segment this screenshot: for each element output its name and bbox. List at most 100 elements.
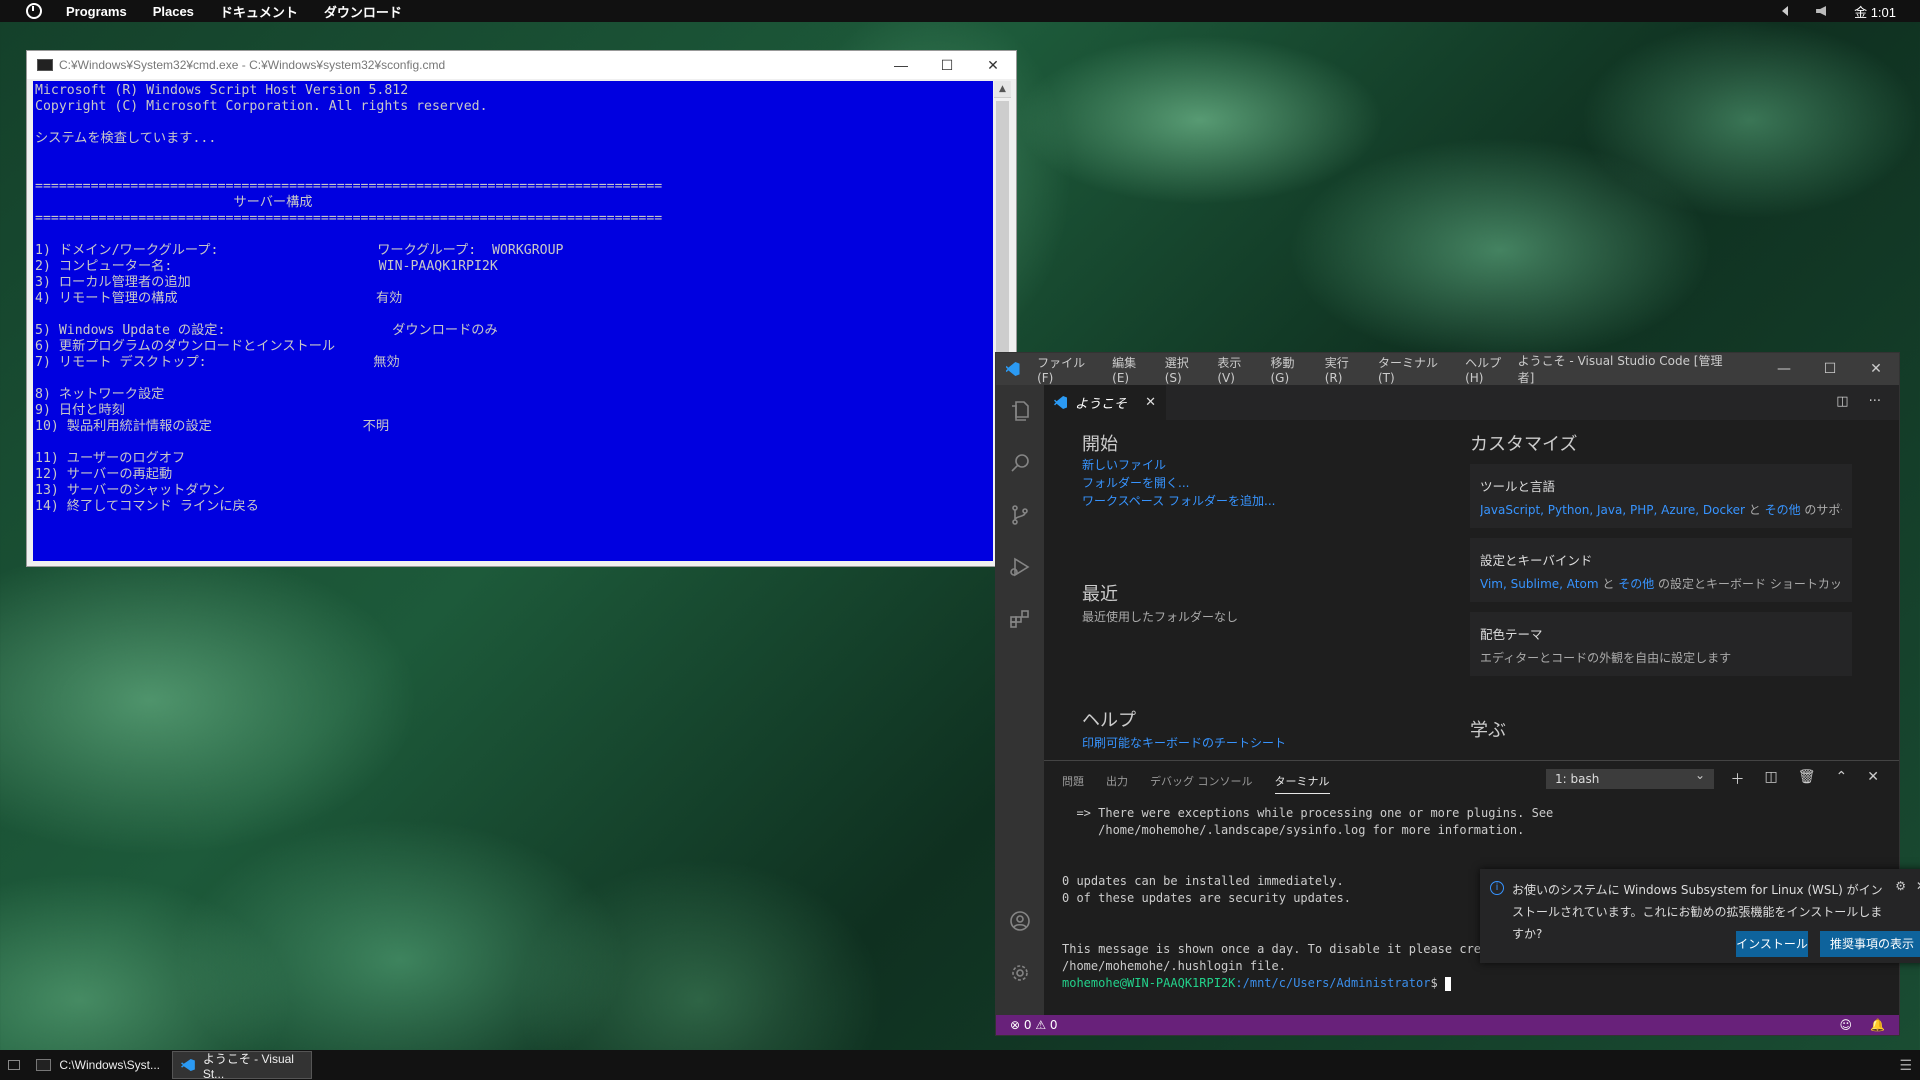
- tab-output[interactable]: 出力: [1106, 773, 1128, 794]
- cmd-window: C:¥Windows¥System32¥cmd.exe - C:¥Windows…: [26, 50, 1017, 567]
- console-line: 5) Windows Update の設定: ダウンロードのみ: [35, 323, 498, 338]
- console-line: サーバー構成: [35, 195, 313, 210]
- wsl-notification: i お使いのシステムに Windows Subsystem for Linux …: [1480, 869, 1920, 963]
- console-line: 6) 更新プログラムのダウンロードとインストール: [35, 339, 336, 354]
- console-line: 13) サーバーのシャットダウン: [35, 483, 225, 498]
- add-workspace-folder-link[interactable]: ワークスペース フォルダーを追加...: [1082, 492, 1275, 510]
- settings-keybindings-card[interactable]: 設定とキーバインド Vim, Sublime, Atom と その他 の設定とキ…: [1470, 538, 1852, 602]
- terminal-select[interactable]: 1: bash: [1546, 768, 1714, 789]
- feedback-icon[interactable]: ☺: [1840, 1018, 1853, 1032]
- scroll-up-icon[interactable]: ▲: [994, 81, 1011, 98]
- card-other-link[interactable]: その他: [1618, 577, 1654, 591]
- menu-file[interactable]: ファイル(F): [1037, 354, 1099, 385]
- maximize-panel-icon[interactable]: ⌃: [1836, 769, 1848, 789]
- console-line: 12) サーバーの再起動: [35, 467, 173, 482]
- menu-selection[interactable]: 選択(S): [1165, 354, 1205, 385]
- taskbar-item-vscode[interactable]: ようこそ - Visual St...: [172, 1051, 312, 1080]
- color-theme-card[interactable]: 配色テーマ エディターとコードの外観を自由に設定します: [1470, 612, 1852, 676]
- menu-edit[interactable]: 編集(E): [1112, 354, 1152, 385]
- learn-heading: 学ぶ: [1470, 720, 1506, 741]
- install-button[interactable]: インストール: [1736, 931, 1808, 957]
- maximize-icon[interactable]: ☐: [1807, 361, 1853, 377]
- menu-run[interactable]: 実行(R): [1325, 354, 1365, 385]
- close-icon[interactable]: ✕: [1916, 879, 1920, 893]
- close-panel-icon[interactable]: ✕: [1867, 769, 1879, 789]
- run-debug-icon[interactable]: [996, 541, 1044, 593]
- new-file-link[interactable]: 新しいファイル: [1082, 456, 1166, 474]
- menu-help[interactable]: ヘルプ(H): [1465, 354, 1518, 385]
- window-list-icon[interactable]: ☰: [1899, 1057, 1912, 1074]
- show-desktop-icon[interactable]: [0, 1050, 28, 1080]
- minimize-icon[interactable]: —: [1761, 361, 1807, 377]
- tray-arrow-icon[interactable]: [1782, 6, 1789, 16]
- console-line: Copyright (C) Microsoft Corporation. All…: [35, 99, 488, 114]
- cmd-app-icon: [36, 1059, 52, 1071]
- help-heading: ヘルプ: [1082, 710, 1136, 731]
- show-recommendations-button[interactable]: 推奨事項の表示: [1820, 931, 1920, 957]
- menu-documents[interactable]: ドキュメント: [220, 2, 298, 21]
- gear-icon[interactable]: [996, 947, 1044, 999]
- trash-icon[interactable]: 🗑: [1798, 769, 1816, 789]
- close-icon[interactable]: ✕: [1853, 361, 1899, 377]
- menu-programs[interactable]: Programs: [66, 4, 127, 19]
- cheatsheet-link[interactable]: 印刷可能なキーボードのチートシート: [1082, 734, 1286, 752]
- card-links[interactable]: Vim, Sublime, Atom: [1480, 577, 1599, 591]
- maximize-icon[interactable]: ☐: [924, 57, 970, 74]
- menu-terminal[interactable]: ターミナル(T): [1378, 354, 1452, 385]
- console-line: 14) 終了してコマンド ラインに戻る: [35, 499, 259, 514]
- extensions-icon[interactable]: [996, 593, 1044, 645]
- tab-label: ようこそ: [1075, 397, 1128, 412]
- vscode-window: ファイル(F) 編集(E) 選択(S) 表示(V) 移動(G) 実行(R) ター…: [995, 352, 1920, 1036]
- clock[interactable]: 金 1:01: [1854, 2, 1896, 21]
- volume-icon[interactable]: [1816, 6, 1827, 16]
- activity-bar: [996, 385, 1044, 1017]
- source-control-icon[interactable]: [996, 489, 1044, 541]
- taskbar-item-label: C:\Windows\Syst...: [59, 1058, 160, 1072]
- tab-terminal[interactable]: ターミナル: [1274, 773, 1330, 794]
- search-icon[interactable]: [996, 437, 1044, 489]
- console-line: 7) リモート デスクトップ: 無効: [35, 355, 400, 370]
- open-folder-link[interactable]: フォルダーを開く...: [1082, 474, 1189, 492]
- taskbar-item-cmd[interactable]: C:\Windows\Syst...: [28, 1051, 168, 1079]
- tab-debug-console[interactable]: デバッグ コンソール: [1150, 773, 1253, 794]
- tab-problems[interactable]: 問題: [1062, 773, 1084, 794]
- console-line: 11) ユーザーのログオフ: [35, 451, 186, 466]
- accounts-icon[interactable]: [996, 895, 1044, 947]
- menu-places[interactable]: Places: [153, 4, 194, 19]
- vscode-titlebar[interactable]: ファイル(F) 編集(E) 選択(S) 表示(V) 移動(G) 実行(R) ター…: [996, 353, 1899, 385]
- minimize-icon[interactable]: —: [878, 57, 924, 74]
- console-line: 8) ネットワーク設定: [35, 387, 165, 402]
- split-editor-icon[interactable]: ◫: [1836, 394, 1848, 409]
- card-desc: JavaScript, Python, Java, PHP, Azure, Do…: [1480, 501, 1842, 518]
- console-line: 4) リモート管理の構成 有効: [35, 291, 403, 306]
- customize-heading: カスタマイズ: [1470, 434, 1578, 455]
- notifications-bell-icon[interactable]: 🔔: [1870, 1018, 1885, 1032]
- bottom-panel: 問題 出力 デバッグ コンソール ターミナル 1: bash ＋ ◫ 🗑 ⌃ ✕…: [1044, 760, 1920, 1017]
- tools-languages-card[interactable]: ツールと言語 JavaScript, Python, Java, PHP, Az…: [1470, 464, 1852, 528]
- cmd-titlebar[interactable]: C:¥Windows¥System32¥cmd.exe - C:¥Windows…: [27, 51, 1016, 79]
- cmd-title: C:¥Windows¥System32¥cmd.exe - C:¥Windows…: [59, 58, 446, 72]
- explorer-icon[interactable]: [996, 385, 1044, 437]
- menu-view[interactable]: 表示(V): [1217, 354, 1257, 385]
- top-panel: Programs Places ドキュメント ダウンロード 金 1:01: [0, 0, 1920, 22]
- applications-menu-icon[interactable]: [26, 3, 42, 19]
- editor-tabs: ようこそ ✕ ◫ ···: [1044, 385, 1899, 420]
- gear-icon[interactable]: ⚙: [1895, 879, 1906, 893]
- console-output[interactable]: Microsoft (R) Windows Script Host Versio…: [33, 81, 993, 561]
- tab-welcome[interactable]: ようこそ ✕: [1044, 385, 1166, 420]
- more-actions-icon[interactable]: ···: [1869, 394, 1881, 409]
- close-tab-icon[interactable]: ✕: [1145, 395, 1156, 410]
- new-terminal-icon[interactable]: ＋: [1731, 769, 1745, 789]
- menu-go[interactable]: 移動(G): [1270, 354, 1311, 385]
- card-other-link[interactable]: その他: [1765, 503, 1801, 517]
- close-icon[interactable]: ✕: [970, 57, 1016, 74]
- menu-downloads[interactable]: ダウンロード: [324, 2, 402, 21]
- problems-status[interactable]: ⊗ 0 ⚠ 0: [1010, 1018, 1058, 1032]
- split-terminal-icon[interactable]: ◫: [1765, 769, 1778, 789]
- card-links[interactable]: JavaScript, Python, Java, PHP, Azure, Do…: [1480, 503, 1745, 517]
- info-icon: i: [1490, 881, 1504, 895]
